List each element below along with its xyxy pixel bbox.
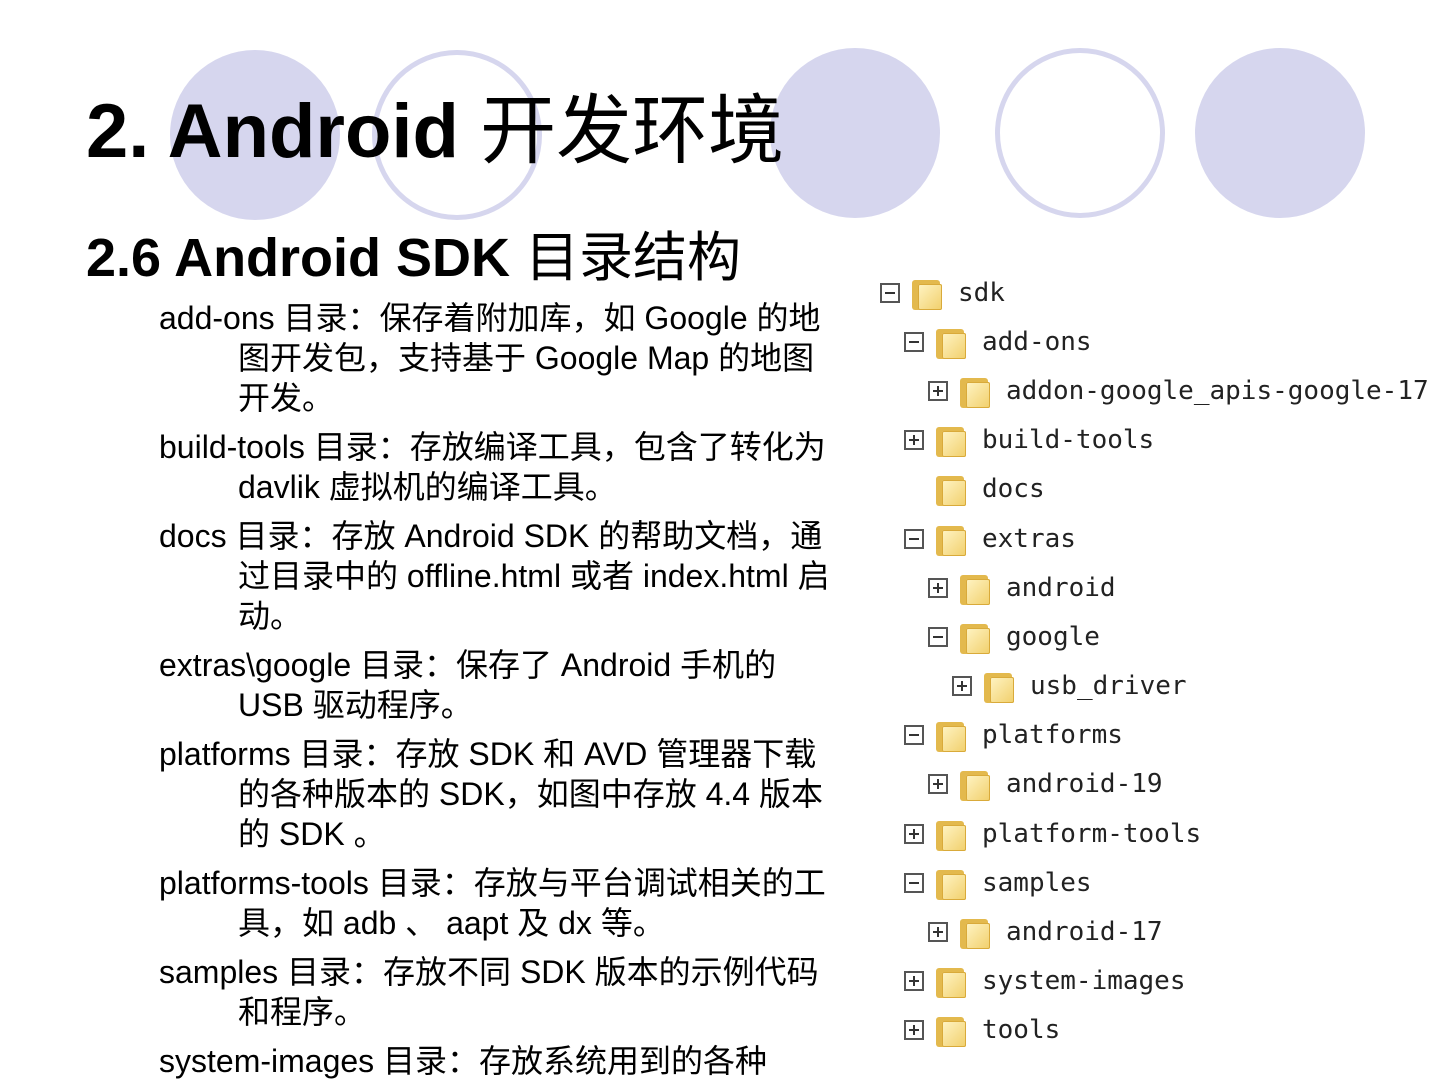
tree-item-samples[interactable]: samples	[868, 858, 1428, 907]
collapse-icon[interactable]	[904, 872, 924, 893]
folder-icon	[960, 620, 990, 654]
decor-circle-3	[770, 48, 940, 218]
tree-item-add-ons[interactable]: add-ons	[868, 317, 1428, 366]
tree-item-label: tools	[982, 1015, 1061, 1046]
tree-item-system-images[interactable]: system-images	[868, 957, 1428, 1006]
tree-item-platform-tools[interactable]: platform-tools	[868, 809, 1428, 858]
no-toggle-icon	[904, 479, 924, 499]
tree-item-extras[interactable]: extras	[868, 514, 1428, 563]
tree-item-usb-driver[interactable]: usb_driver	[868, 662, 1428, 711]
collapse-icon[interactable]	[928, 626, 948, 647]
tree-item-label: android	[1006, 572, 1116, 603]
tree-item-label: samples	[982, 867, 1092, 898]
tree-item-label: google	[1006, 621, 1100, 652]
folder-icon	[960, 767, 990, 802]
section-title-prefix: 2.6 Android SDK	[86, 228, 511, 288]
folder-icon	[912, 276, 942, 310]
tree-item-addon-google-apis-google-17[interactable]: addon-google_apis-google-17	[868, 366, 1429, 415]
tree-item-label: addon-google_apis-google-17	[1006, 375, 1429, 406]
tree-item-label: android-19	[1006, 769, 1163, 800]
tree-item-platforms[interactable]: platforms	[868, 711, 1428, 760]
expand-icon[interactable]	[904, 430, 924, 451]
slide-title-prefix: 2. Android	[86, 89, 459, 174]
tree-item-label: platform-tools	[982, 818, 1202, 849]
tree-item-label: sdk	[958, 277, 1005, 308]
description-add-ons: add-ons 目录：保存着附加库，如 Google 的地图开发包，支持基于 G…	[159, 300, 821, 416]
folder-icon	[936, 522, 966, 556]
tree-item-build-tools[interactable]: build-tools	[868, 416, 1428, 465]
slide-title: 2. Android 开发环境	[86, 90, 784, 174]
folder-icon	[936, 1013, 966, 1048]
expand-icon[interactable]	[904, 971, 924, 992]
folder-icon	[936, 472, 966, 507]
tree-item-label: docs	[982, 474, 1045, 505]
description-docs: docs 目录：存放 Android SDK 的帮助文档，通过目录中的 offl…	[159, 518, 830, 634]
expand-icon[interactable]	[928, 577, 948, 598]
tree-item-label: system-images	[982, 966, 1186, 997]
collapse-icon[interactable]	[880, 282, 900, 303]
section-title: 2.6 Android SDK 目录结构	[86, 226, 741, 291]
tree-item-label: platforms	[982, 720, 1123, 751]
tree-item-tools[interactable]: tools	[868, 1006, 1428, 1055]
tree-item-docs[interactable]: docs	[868, 465, 1428, 514]
tree-item-google[interactable]: google	[868, 612, 1428, 661]
directory-description-list: add-ons 目录：保存着附加库，如 Google 的地图开发包，支持基于 G…	[159, 298, 839, 1090]
description-build-tools: build-tools 目录：存放编译工具，包含了转化为 davlik 虚拟机的…	[159, 429, 826, 505]
collapse-icon[interactable]	[904, 725, 924, 746]
decor-circle-5	[1195, 48, 1365, 218]
folder-icon	[936, 866, 966, 900]
tree-item-label: extras	[982, 523, 1076, 554]
expand-icon[interactable]	[904, 1020, 924, 1041]
expand-icon[interactable]	[928, 380, 948, 401]
section-title-cjk: 目录结构	[525, 228, 742, 288]
description-system-images: system-images 目录：存放系统用到的各种	[159, 1043, 768, 1079]
tree-item-label: build-tools	[982, 425, 1155, 456]
sdk-folder-tree: sdk add-ons addon-google_apis-google-17bui…	[868, 268, 1429, 1055]
tree-item-sdk[interactable]: sdk	[868, 268, 1428, 317]
tree-item-label: add-ons	[982, 326, 1092, 357]
folder-icon	[960, 374, 990, 408]
tree-item-label: usb_driver	[1030, 671, 1187, 702]
folder-icon	[960, 915, 990, 950]
folder-icon	[936, 817, 966, 851]
description-platforms-tools: platforms-tools 目录：存放与平台调试相关的工具，如 adb 、 …	[159, 865, 826, 941]
tree-item-label: android-17	[1006, 917, 1163, 948]
collapse-icon[interactable]	[904, 331, 924, 352]
description-platforms: platforms 目录：存放 SDK 和 AVD 管理器下载的各种版本的 SD…	[159, 736, 823, 852]
description-samples: samples 目录：存放不同 SDK 版本的示例代码和程序。	[159, 954, 819, 1030]
folder-icon	[936, 325, 966, 359]
folder-icon	[936, 423, 966, 458]
description-extras-google: extras\google 目录：保存了 Android 手机的 USB 驱动程…	[159, 647, 777, 723]
folder-icon	[936, 718, 966, 753]
tree-item-android-19[interactable]: android-19	[868, 760, 1428, 809]
collapse-icon[interactable]	[904, 528, 924, 549]
folder-icon	[984, 669, 1014, 704]
expand-icon[interactable]	[952, 676, 972, 697]
decor-circle-4	[995, 48, 1165, 218]
expand-icon[interactable]	[928, 922, 948, 943]
expand-icon[interactable]	[928, 774, 948, 795]
folder-icon	[960, 571, 990, 605]
folder-icon	[936, 964, 966, 999]
expand-icon[interactable]	[904, 823, 924, 844]
tree-item-android-17[interactable]: android-17	[868, 907, 1428, 956]
slide-title-cjk: 开发环境	[480, 89, 785, 174]
tree-item-android[interactable]: android	[868, 563, 1428, 612]
